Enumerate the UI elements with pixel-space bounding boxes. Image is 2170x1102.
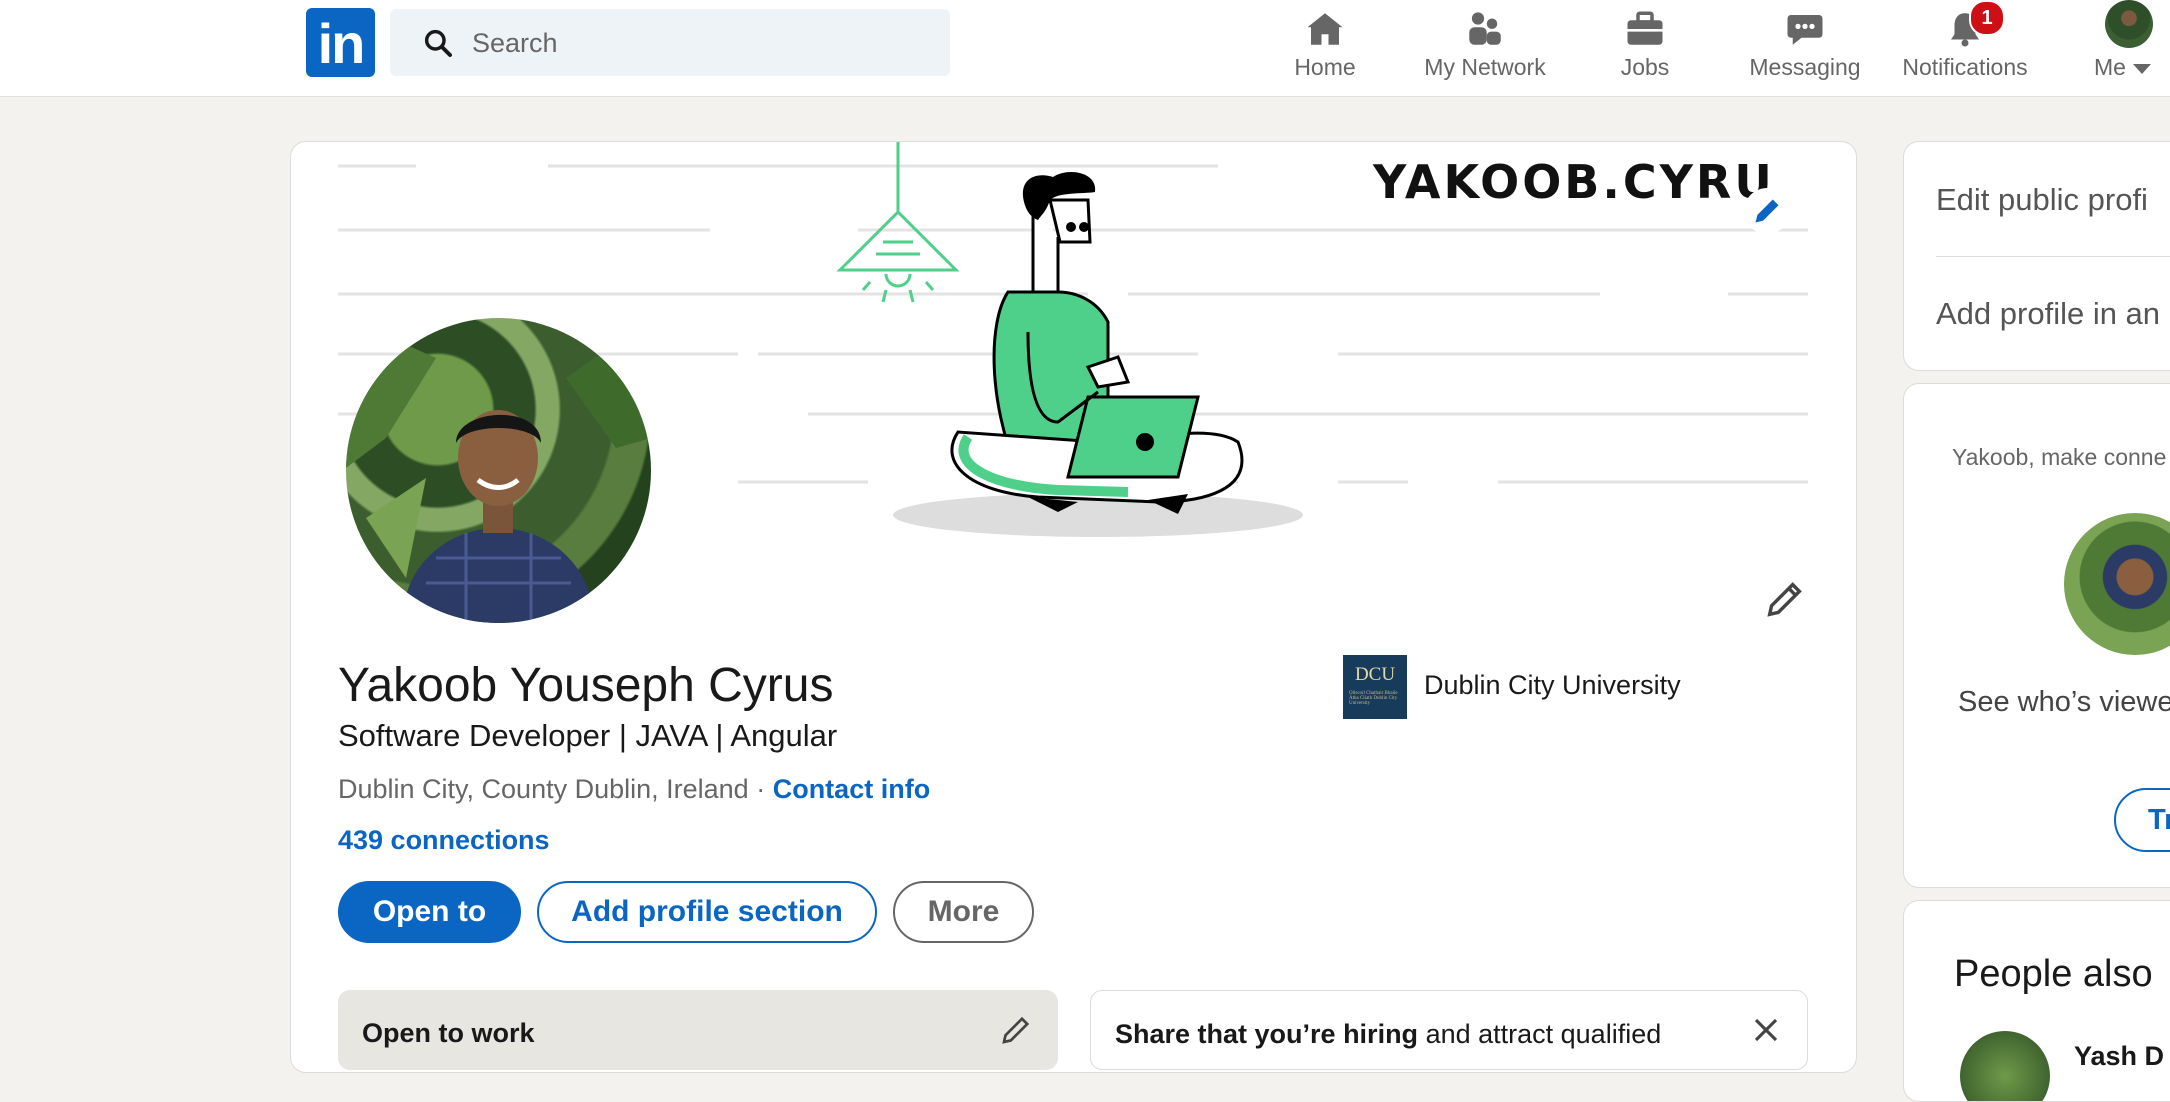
viewer-avatar (2064, 513, 2170, 655)
avatar (2105, 0, 2153, 48)
pencil-icon (1767, 582, 1802, 617)
search-icon (424, 29, 452, 57)
hiring-card[interactable]: Share that you’re hiring and attract qua… (1090, 990, 1808, 1070)
see-viewers-text: See who’s viewe (1958, 686, 2170, 718)
top-nav: in Home My Network Jobs Messaging 1 Noti… (0, 0, 2170, 97)
nav-my-network-label: My Network (1424, 54, 1546, 80)
people-also-viewed-card: People also Yash D (1903, 900, 2170, 1102)
try-premium-button[interactable]: Tr (2114, 788, 2170, 852)
profile-headline: Software Developer | JAVA | Angular (338, 718, 838, 753)
linkedin-logo[interactable]: in (306, 8, 375, 77)
open-to-button[interactable]: Open to (338, 881, 521, 943)
profile-location: Dublin City, County Dublin, Ireland (338, 774, 749, 804)
contact-info-link[interactable]: Contact info (773, 774, 930, 804)
profile-location-row: Dublin City, County Dublin, Ireland · Co… (338, 774, 930, 805)
briefcase-icon (1627, 11, 1663, 45)
add-profile-section-button[interactable]: Add profile section (537, 881, 877, 943)
nav-home[interactable]: Home (1270, 0, 1380, 96)
nav-me-label: Me (2094, 54, 2170, 81)
person-illustration (950, 172, 1244, 514)
people-icon (1469, 12, 1501, 45)
nav-me[interactable]: Me (2080, 0, 2170, 96)
chevron-down-icon (2133, 63, 2152, 74)
education-link[interactable]: Dublin City University (1424, 670, 1681, 701)
suggested-person-name[interactable]: Yash D (2074, 1041, 2164, 1072)
hiring-text: Share that you’re hiring and attract qua… (1115, 1019, 1661, 1050)
nav-my-network[interactable]: My Network (1410, 0, 1560, 96)
separator-dot: · (748, 774, 773, 804)
add-profile-language-link[interactable]: Add profile in an (1936, 296, 2160, 332)
banner-text: YAKOOB.CYRU (1372, 155, 1775, 209)
profile-photo-image (346, 318, 651, 623)
open-to-work-card[interactable]: Open to work (338, 990, 1058, 1070)
nav-home-label: Home (1294, 54, 1356, 80)
open-to-work-title: Open to work (362, 1018, 535, 1048)
suggested-person-avatar[interactable] (1960, 1031, 2050, 1101)
notification-badge: 1 (1969, 0, 2005, 36)
edit-public-profile-link[interactable]: Edit public profi (1936, 182, 2148, 218)
public-profile-card: Edit public profi Add profile in an (1903, 141, 2170, 371)
profile-viewers-card: Yakoob, make conne See who’s viewe Tr (1903, 383, 2170, 888)
nav-messaging-label: Messaging (1749, 54, 1861, 80)
people-also-viewed-title: People also (1954, 953, 2153, 995)
search-bar[interactable] (390, 9, 950, 76)
pencil-icon (1755, 199, 1779, 223)
profile-name: Yakoob Youseph Cyrus (338, 659, 834, 712)
nav-jobs[interactable]: Jobs (1590, 0, 1700, 96)
edit-intro-button[interactable] (1762, 576, 1808, 622)
chat-icon (1787, 15, 1823, 45)
connections-link[interactable]: 439 connections (338, 825, 550, 856)
university-logo: DCU Ollscoil Chathair Bhaile Átha Cliath… (1343, 655, 1407, 719)
nav-notifications[interactable]: 1 Notifications (1890, 0, 2040, 96)
nav-messaging[interactable]: Messaging (1740, 0, 1870, 96)
hiring-text-bold: Share that you’re hiring (1115, 1019, 1419, 1049)
search-input[interactable] (470, 19, 934, 67)
nav-jobs-label: Jobs (1620, 54, 1670, 80)
hiring-text-rest: and attract qualified (1418, 1019, 1662, 1049)
more-button[interactable]: More (893, 881, 1034, 943)
nav-notifications-label: Notifications (1902, 54, 2028, 80)
edit-banner-button[interactable] (1744, 188, 1790, 234)
pencil-icon[interactable] (998, 1012, 1034, 1048)
divider (1936, 256, 2170, 257)
profile-photo[interactable] (346, 318, 651, 623)
make-connections-text: Yakoob, make conne (1952, 444, 2167, 470)
close-icon[interactable] (1751, 1015, 1781, 1045)
home-icon (1307, 13, 1343, 45)
university-logo-text: DCU (1354, 664, 1396, 685)
university-logo-subtext: Ollscoil Chathair Bhaile Átha Cliath Dub… (1349, 691, 1398, 706)
